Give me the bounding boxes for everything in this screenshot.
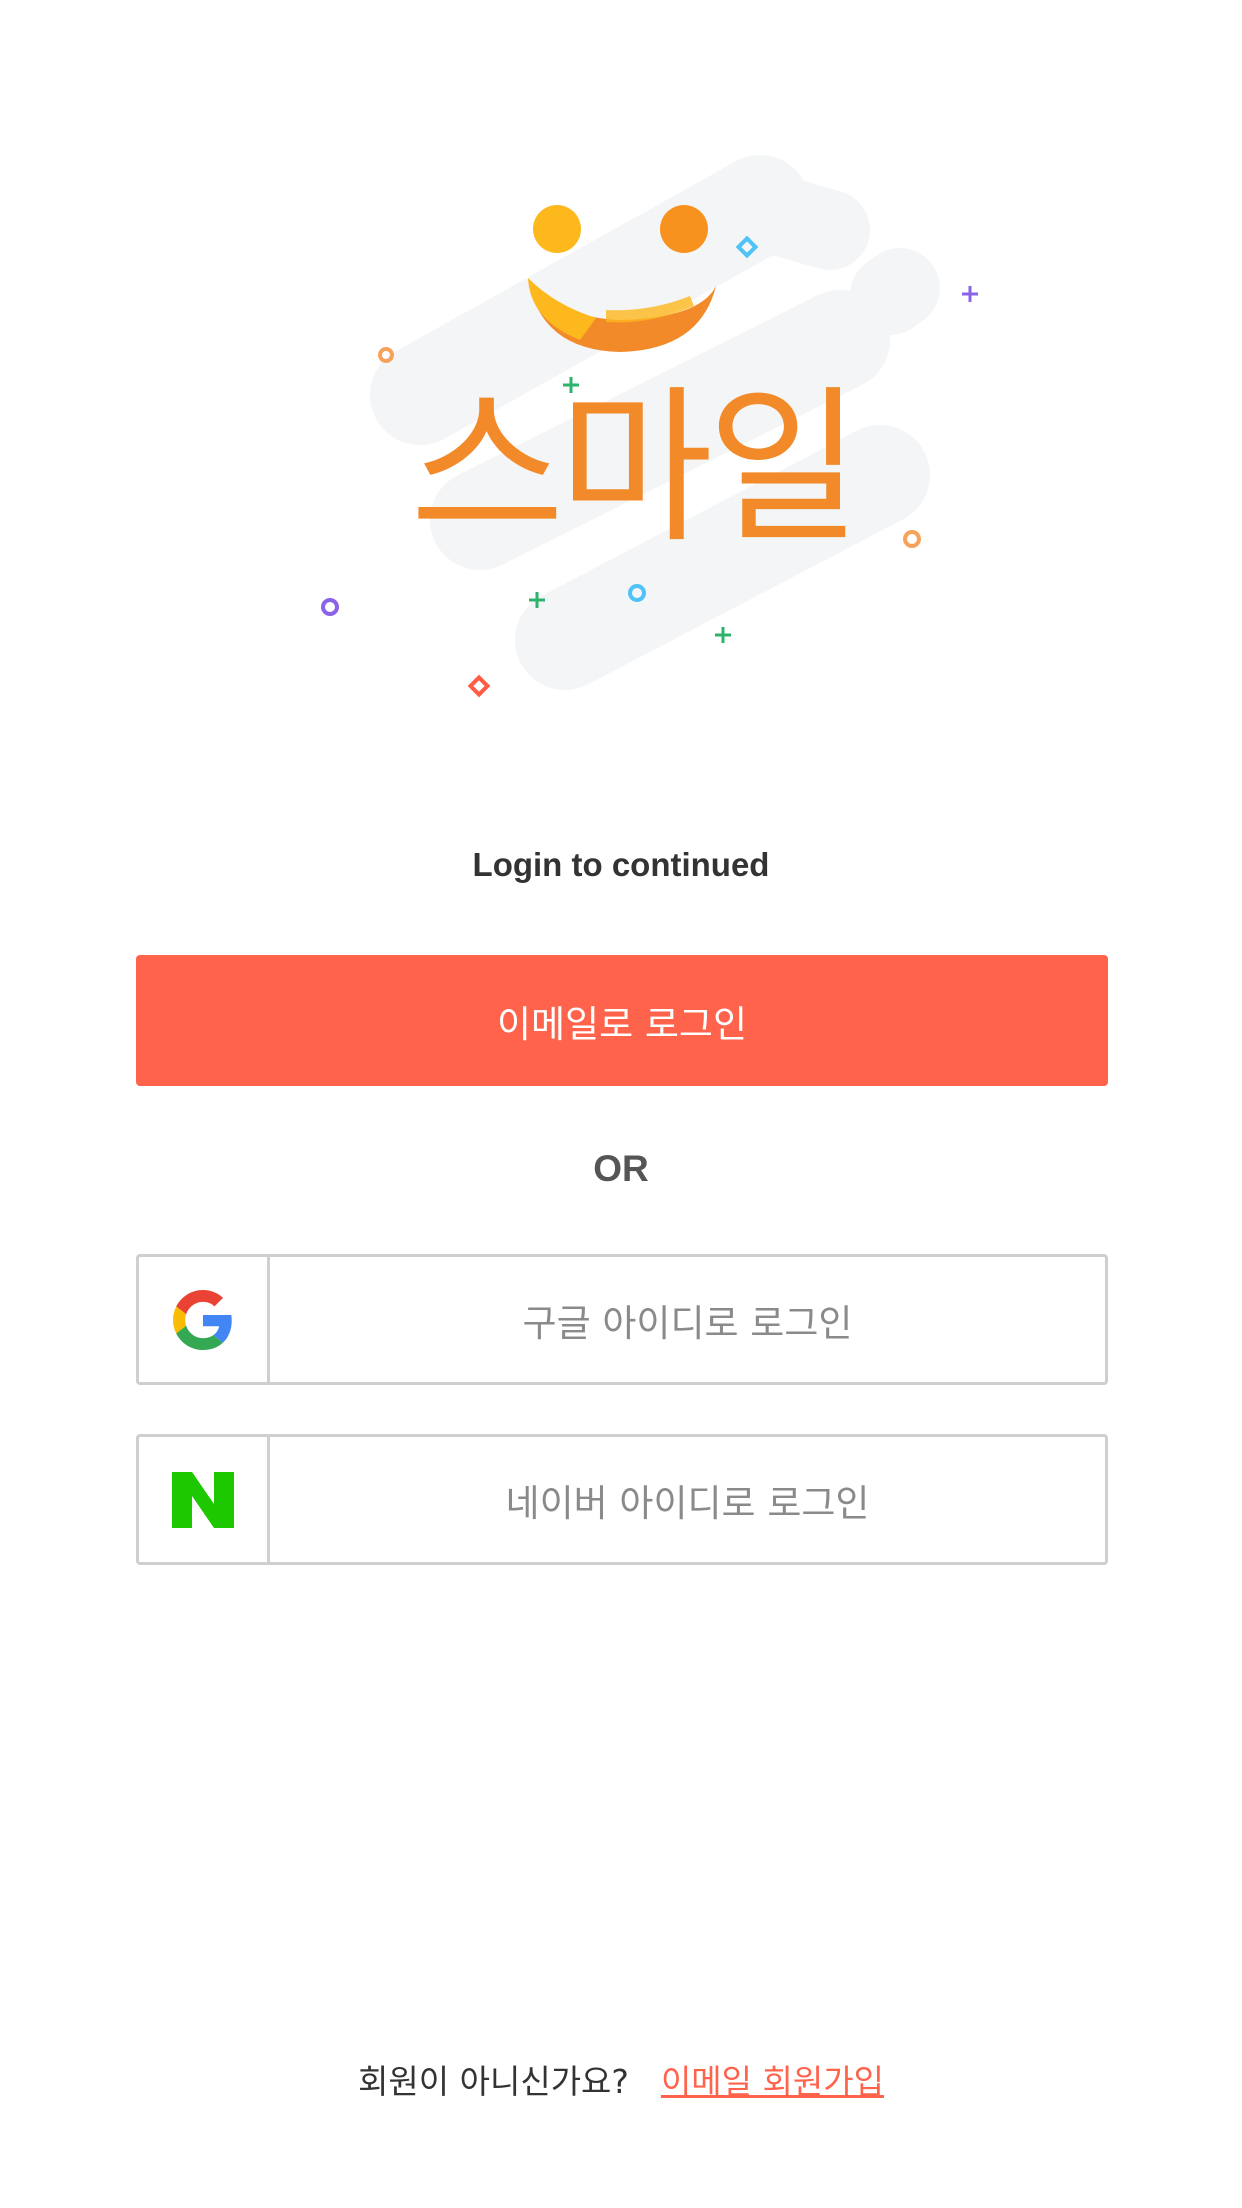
google-g-icon [173, 1289, 232, 1350]
or-divider: OR [593, 1148, 649, 1189]
logo-wordmark: 스마일 [410, 370, 862, 566]
login-subtitle: Login to continued [472, 846, 770, 883]
signup-question: 회원이 아니신가요? [358, 2062, 629, 2101]
google-icon-box [139, 1257, 270, 1382]
signup-row: 회원이 아니신가요? 이메일 회원가입 [0, 2055, 1242, 2103]
naver-login-button[interactable]: 네이버 아이디로 로그인 [136, 1434, 1108, 1565]
naver-login-label: 네이버 아이디로 로그인 [505, 1481, 870, 1525]
email-signup-link[interactable]: 이메일 회원가입 [661, 2055, 884, 2103]
naver-icon-box [139, 1437, 270, 1562]
google-login-button[interactable]: 구글 아이디로 로그인 [136, 1254, 1108, 1385]
logo-area: 스마일 [0, 0, 1242, 760]
naver-n-icon [172, 1471, 234, 1528]
email-login-button[interactable]: 이메일로 로그인 [136, 955, 1108, 1086]
google-login-label: 구글 아이디로 로그인 [522, 1301, 853, 1345]
email-login-label: 이메일로 로그인 [496, 1002, 748, 1046]
